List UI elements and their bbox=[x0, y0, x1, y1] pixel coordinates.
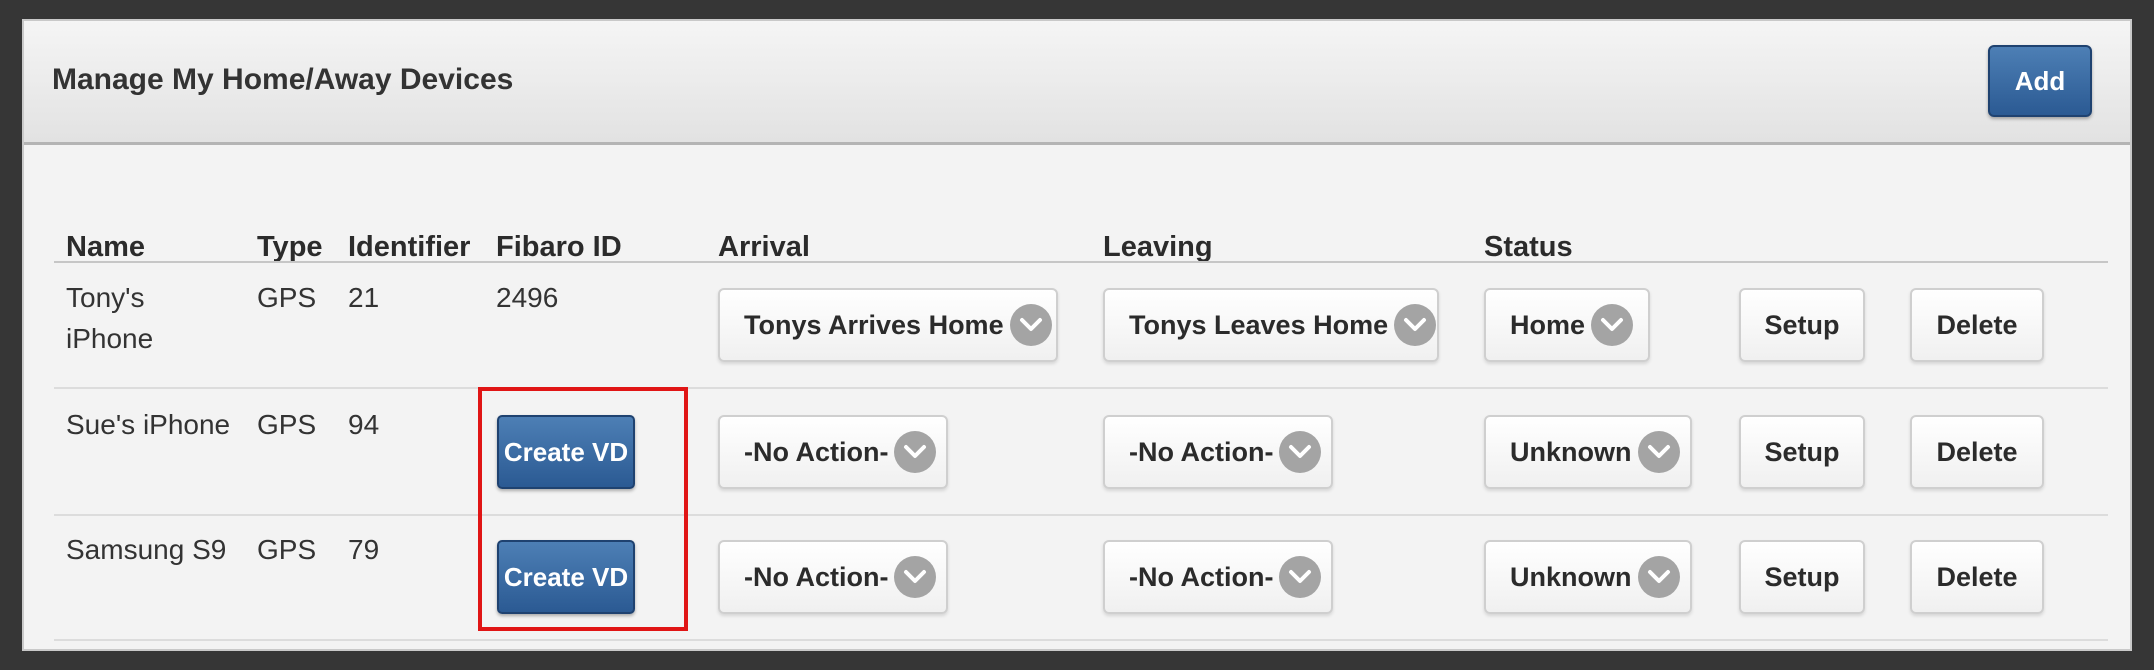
devices-panel: Manage My Home/Away Devices Add Name Typ… bbox=[22, 19, 2132, 651]
column-header-identifier: Identifier bbox=[348, 231, 471, 263]
arrival-select-value: Tonys Arrives Home bbox=[744, 309, 1004, 340]
arrival-select[interactable]: Tonys Arrives Home bbox=[718, 288, 1058, 362]
delete-button[interactable]: Delete bbox=[1910, 540, 2044, 614]
leaving-select-value: -No Action- bbox=[1129, 561, 1274, 592]
chevron-down-icon bbox=[894, 556, 937, 598]
fibaro-id: 2496 bbox=[496, 282, 559, 313]
row-divider bbox=[54, 514, 2108, 516]
device-type: GPS bbox=[257, 282, 317, 313]
status-select[interactable]: Home bbox=[1484, 288, 1650, 362]
device-name: Samsung S9 bbox=[66, 534, 227, 565]
column-header-type: Type bbox=[257, 231, 323, 263]
chevron-down-icon bbox=[1591, 304, 1634, 346]
arrival-select[interactable]: -No Action- bbox=[718, 540, 948, 614]
status-select[interactable]: Unknown bbox=[1484, 415, 1692, 489]
device-name-line: Tony's bbox=[66, 282, 145, 313]
device-identifier: 79 bbox=[348, 534, 380, 565]
column-header-fibaro-id: Fibaro ID bbox=[496, 231, 622, 263]
column-header-arrival: Arrival bbox=[718, 231, 810, 263]
leaving-select[interactable]: Tonys Leaves Home bbox=[1103, 288, 1439, 362]
panel-header: Manage My Home/Away Devices Add bbox=[24, 21, 2130, 145]
highlight-annotation bbox=[478, 387, 688, 631]
device-type: GPS bbox=[257, 534, 317, 565]
status-select[interactable]: Unknown bbox=[1484, 540, 1692, 614]
device-type: GPS bbox=[257, 409, 317, 440]
status-select-value: Unknown bbox=[1510, 436, 1632, 467]
chevron-down-icon bbox=[1637, 556, 1680, 598]
leaving-select[interactable]: -No Action- bbox=[1103, 540, 1333, 614]
page-title: Manage My Home/Away Devices bbox=[52, 63, 514, 96]
delete-button[interactable]: Delete bbox=[1910, 415, 2044, 489]
device-identifier: 21 bbox=[348, 282, 380, 313]
device-identifier: 94 bbox=[348, 409, 380, 440]
setup-button[interactable]: Setup bbox=[1739, 540, 1865, 614]
status-select-value: Unknown bbox=[1510, 561, 1632, 592]
delete-button[interactable]: Delete bbox=[1910, 288, 2044, 362]
column-header-name: Name bbox=[66, 231, 145, 263]
column-header-status: Status bbox=[1484, 231, 1573, 263]
chevron-down-icon bbox=[1637, 431, 1680, 473]
chevron-down-icon bbox=[1009, 304, 1052, 346]
device-name-line: iPhone bbox=[66, 323, 154, 354]
row-divider bbox=[54, 639, 2108, 641]
row-divider bbox=[54, 387, 2108, 389]
leaving-select[interactable]: -No Action- bbox=[1103, 415, 1333, 489]
chevron-down-icon bbox=[1279, 556, 1322, 598]
leaving-select-value: Tonys Leaves Home bbox=[1129, 309, 1389, 340]
chevron-down-icon bbox=[894, 431, 937, 473]
status-select-value: Home bbox=[1510, 309, 1586, 340]
chevron-down-icon bbox=[1394, 304, 1437, 346]
arrival-select-value: -No Action- bbox=[744, 561, 889, 592]
device-name: Tony's iPhone bbox=[66, 277, 153, 359]
device-name: Sue's iPhone bbox=[66, 409, 231, 440]
arrival-select-value: -No Action- bbox=[744, 436, 889, 467]
setup-button[interactable]: Setup bbox=[1739, 288, 1865, 362]
arrival-select[interactable]: -No Action- bbox=[718, 415, 948, 489]
add-button[interactable]: Add bbox=[1988, 45, 2092, 117]
header-divider bbox=[54, 261, 2108, 263]
leaving-select-value: -No Action- bbox=[1129, 436, 1274, 467]
setup-button[interactable]: Setup bbox=[1739, 415, 1865, 489]
column-header-leaving: Leaving bbox=[1103, 231, 1213, 263]
chevron-down-icon bbox=[1279, 431, 1322, 473]
